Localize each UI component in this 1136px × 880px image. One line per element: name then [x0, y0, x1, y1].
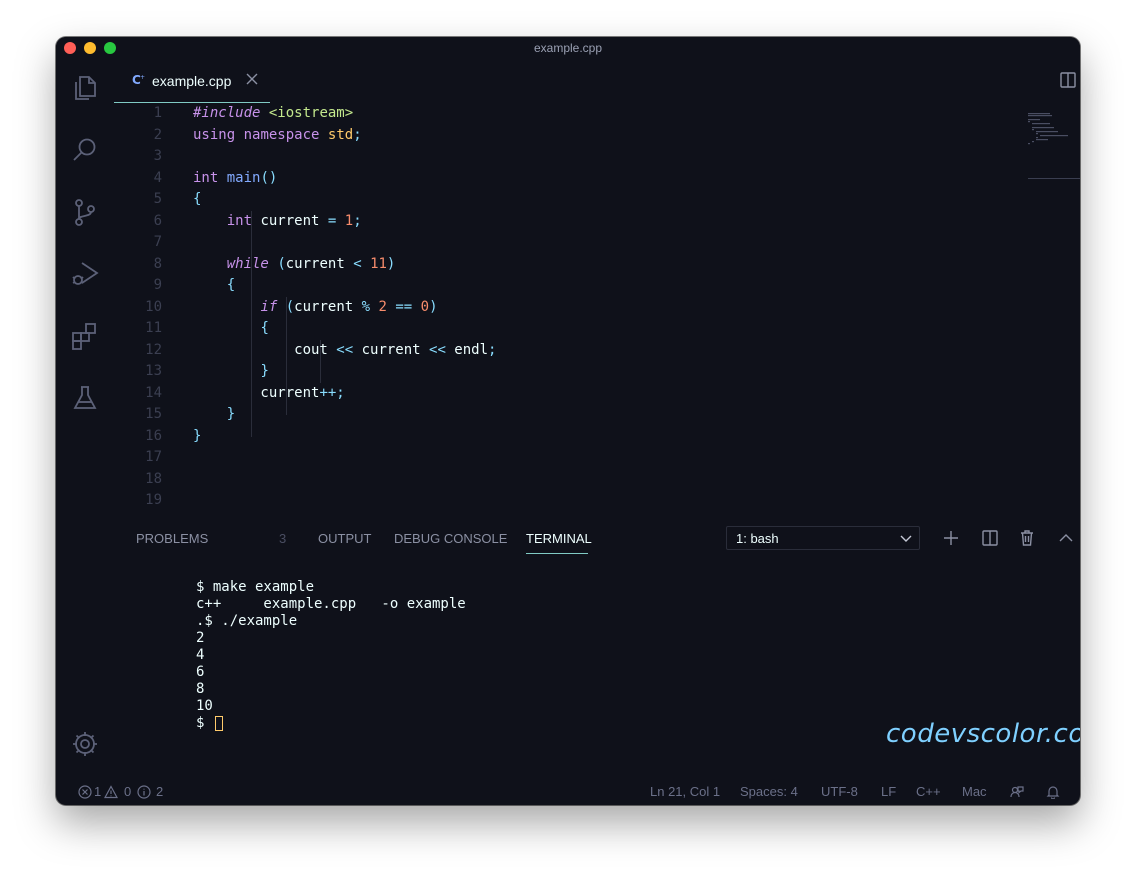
end-of-line[interactable]: LF	[881, 784, 896, 799]
title-bar: example.cpp	[56, 37, 1080, 59]
terminal-line: 2	[196, 630, 205, 646]
error-icon[interactable]	[78, 785, 92, 799]
new-terminal-icon[interactable]	[942, 529, 960, 547]
extensions-icon[interactable]	[70, 321, 100, 351]
terminal-line: c++ example.cpp -o example	[196, 596, 466, 612]
files-icon[interactable]	[70, 73, 100, 103]
search-icon[interactable]	[70, 135, 100, 165]
bottom-panel: PROBLEMS 3 OUTPUT DEBUG CONSOLE TERMINAL…	[114, 519, 1080, 779]
tab-terminal[interactable]: TERMINAL	[526, 531, 592, 546]
close-window-button[interactable]	[64, 42, 76, 54]
feedback-icon[interactable]	[1010, 785, 1024, 799]
minimize-window-button[interactable]	[84, 42, 96, 54]
source-control-icon[interactable]	[70, 197, 100, 227]
line-number: 15	[145, 406, 162, 422]
encoding[interactable]: UTF-8	[821, 784, 858, 799]
terminal-line: 8	[196, 681, 205, 697]
language-mode[interactable]: C++	[916, 784, 941, 799]
terminal-select-value: 1: bash	[736, 531, 779, 546]
activity-bar	[56, 59, 114, 779]
line-number: 1	[153, 105, 162, 121]
maximize-panel-icon[interactable]	[1057, 529, 1075, 547]
code-text: while (current < 11)	[226, 255, 396, 272]
line-number: 17	[145, 449, 162, 465]
editor-tab-bar: C + example.cpp	[114, 59, 1080, 103]
code-text: {	[226, 277, 236, 293]
tab-debug-console[interactable]: DEBUG CONSOLE	[394, 531, 507, 546]
line-number: 18	[145, 470, 162, 487]
line-number: 5	[153, 191, 162, 207]
cpp-file-icon: C +	[132, 73, 146, 87]
line-number: 8	[153, 255, 162, 272]
code-text: }	[193, 427, 202, 444]
code-text: #include <iostream>	[193, 105, 354, 121]
svg-text:+: +	[140, 74, 145, 81]
terminal-line: .$ ./example	[196, 613, 298, 629]
line-number: 12	[145, 341, 162, 358]
terminal-select[interactable]: 1: bash	[726, 526, 920, 550]
status-bar: 1 0 2 Ln 21, Col 1 Spaces: 4 UTF-8 LF C+…	[56, 779, 1080, 805]
minimap[interactable]	[1028, 113, 1080, 147]
error-count[interactable]: 1	[94, 784, 101, 799]
line-number: 3	[153, 148, 162, 164]
line-number: 9	[153, 277, 162, 293]
tab-output[interactable]: OUTPUT	[318, 531, 371, 546]
line-number: 2	[153, 126, 162, 143]
minimap-viewport-edge	[1028, 178, 1080, 179]
terminal-cursor	[214, 715, 223, 731]
problems-count-badge: 3	[279, 531, 287, 546]
close-icon[interactable]	[244, 71, 260, 87]
code-text: cout << current << endl;	[193, 341, 497, 358]
terminal-line: 6	[196, 664, 205, 680]
line-number: 14	[145, 384, 162, 401]
code-text: }	[260, 363, 269, 379]
bell-icon[interactable]	[1046, 785, 1060, 800]
warning-count[interactable]: 0	[124, 784, 131, 799]
line-number: 13	[145, 363, 162, 379]
warning-icon[interactable]	[103, 785, 119, 799]
terminal-line: 4	[196, 647, 205, 663]
code-text: int current = 1;	[226, 212, 362, 229]
tab-label: example.cpp	[152, 73, 232, 89]
line-number: 7	[153, 234, 162, 250]
chevron-down-icon	[899, 531, 913, 545]
code-text: current++;	[193, 384, 345, 401]
code-editor[interactable]: 1 #include <iostream> 2 using namespace std…	[114, 103, 1080, 519]
terminal-line: 10	[196, 698, 213, 714]
indentation[interactable]: Spaces: 4	[740, 784, 798, 799]
code-text: {	[193, 191, 202, 207]
tab-example-cpp[interactable]: C + example.cpp	[114, 59, 270, 103]
line-number: 6	[153, 212, 162, 229]
line-number: 11	[145, 320, 162, 336]
code-text: using namespace std;	[193, 126, 362, 143]
window-title: example.cpp	[533, 41, 603, 55]
run-debug-icon[interactable]	[70, 259, 100, 289]
testing-icon[interactable]	[70, 383, 100, 413]
split-terminal-icon[interactable]	[981, 529, 999, 547]
code-text: }	[226, 406, 236, 422]
line-number: 19	[145, 492, 162, 508]
active-tab-indicator	[526, 553, 588, 554]
cursor-position[interactable]: Ln 21, Col 1	[650, 784, 720, 799]
code-text: if (current % 2 == 0)	[260, 298, 438, 315]
line-number: 16	[145, 427, 162, 444]
code-text: int main()	[193, 169, 278, 186]
maximize-window-button[interactable]	[104, 42, 116, 54]
info-icon[interactable]	[137, 785, 151, 799]
line-number: 10	[145, 298, 162, 315]
watermark-text: codevscolor.com	[886, 719, 1080, 749]
split-editor-icon[interactable]	[1059, 71, 1077, 89]
line-number: 4	[153, 169, 162, 186]
vscode-window: example.cpp C + example.cpp 1 #include <…	[56, 37, 1080, 805]
tab-problems[interactable]: PROBLEMS	[136, 531, 208, 546]
info-count[interactable]: 2	[156, 784, 163, 799]
settings-gear-icon[interactable]	[70, 729, 100, 759]
platform[interactable]: Mac	[962, 784, 987, 799]
terminal-line: $	[196, 715, 223, 732]
code-text: {	[260, 320, 269, 336]
terminal-line: $ make example	[196, 579, 315, 595]
trash-icon[interactable]	[1018, 529, 1036, 547]
